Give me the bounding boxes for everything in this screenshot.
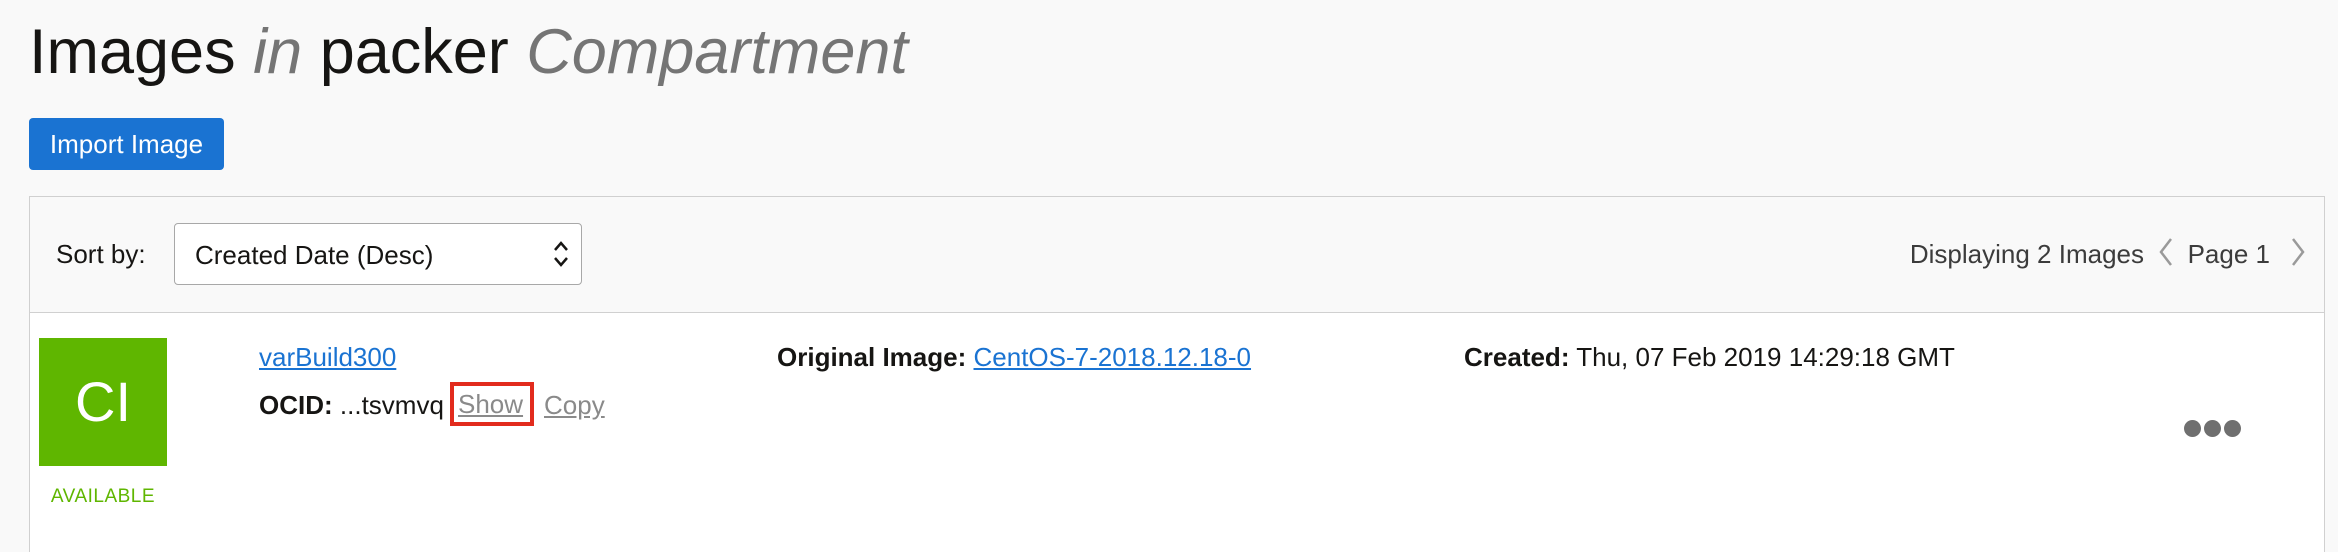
page-title-compartment-word: Compartment — [526, 17, 908, 87]
up-down-chevron-icon — [554, 241, 568, 267]
original-image-label: Original Image: — [777, 342, 967, 372]
created-label: Created: — [1464, 342, 1570, 372]
page-title-compartment: packer — [319, 17, 509, 87]
ocid-line: OCID: ...tsvmvq — [259, 390, 444, 421]
ocid-copy-link[interactable]: Copy — [544, 390, 605, 421]
sort-by-select[interactable]: Created Date (Desc) — [174, 223, 582, 285]
status-badge: AVAILABLE — [50, 486, 156, 507]
page-title-connector: in — [253, 17, 303, 87]
import-image-button[interactable]: Import Image — [29, 118, 224, 170]
more-actions-icon[interactable] — [2184, 420, 2244, 444]
more-dot — [2184, 420, 2201, 437]
ocid-value: ...tsvmvq — [339, 390, 444, 420]
ocid-show-link[interactable]: Show — [450, 382, 534, 426]
created-value: Thu, 07 Feb 2019 14:29:18 GMT — [1576, 342, 1955, 372]
list-toolbar: Sort by: Created Date (Desc) Displaying … — [30, 197, 2324, 313]
more-dot — [2204, 420, 2221, 437]
page-title-resource: Images — [29, 17, 236, 87]
page-number: Page 1 — [2187, 239, 2270, 269]
original-image-line: Original Image: CentOS-7-2018.12.18-0 — [777, 342, 1251, 373]
image-name-link[interactable]: varBuild300 — [259, 342, 396, 373]
display-count: Displaying 2 Images — [1909, 239, 2144, 269]
more-dot — [2224, 420, 2241, 437]
ocid-label: OCID: — [259, 390, 333, 420]
images-page: Images in packer Compartment Import Imag… — [0, 0, 2338, 552]
original-image-link[interactable]: CentOS-7-2018.12.18-0 — [974, 342, 1252, 372]
chevron-right-icon[interactable] — [2288, 235, 2308, 269]
image-tile: CI — [39, 338, 167, 466]
images-list-panel: Sort by: Created Date (Desc) Displaying … — [29, 196, 2325, 552]
sort-by-value: Created Date (Desc) — [195, 240, 434, 270]
page-title: Images in packer Compartment — [29, 12, 908, 92]
sort-by-label: Sort by: — [56, 239, 146, 269]
chevron-left-icon[interactable] — [2156, 235, 2176, 269]
created-line: Created: Thu, 07 Feb 2019 14:29:18 GMT — [1464, 342, 1955, 373]
